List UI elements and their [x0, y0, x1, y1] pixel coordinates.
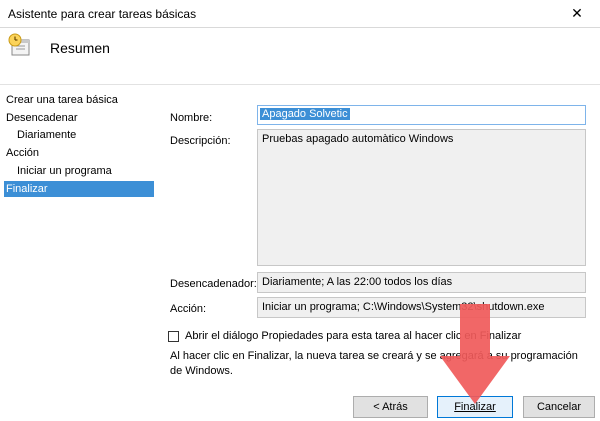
cancel-button[interactable]: Cancelar: [523, 396, 595, 418]
window-title: Asistente para crear tareas básicas: [8, 7, 197, 21]
nav-item-finalizar: Finalizar: [4, 181, 154, 197]
open-properties-label[interactable]: Abrir el diálogo Propiedades para esta t…: [185, 330, 521, 342]
description-field[interactable]: Pruebas apagado automàtico Windows: [257, 129, 586, 266]
name-label: Nombre:: [170, 112, 213, 124]
finish-button[interactable]: Finalizar: [437, 396, 513, 418]
action-field: Iniciar un programa; C:\Windows\System32…: [257, 297, 586, 318]
task-clock-icon: [8, 33, 30, 56]
trigger-field: Diariamente; A las 22:00 todos los días: [257, 272, 586, 293]
nav-item-diariamente: Diariamente: [17, 129, 77, 141]
open-properties-checkbox[interactable]: [168, 331, 179, 342]
nav-item-desencadenar: Desencadenar: [6, 112, 78, 124]
nav-item-accion: Acción: [6, 147, 40, 159]
name-field[interactable]: Apagado Solvetic: [257, 105, 586, 125]
action-value: Iniciar un programa; C:\Windows\System32…: [262, 301, 545, 313]
close-button[interactable]: ✕: [554, 0, 600, 27]
title-bar: Asistente para crear tareas básicas ✕: [0, 0, 600, 28]
description-label: Descripción:: [170, 135, 231, 147]
finish-button-label: Finalizar: [454, 401, 496, 413]
info-text: Al hacer clic en Finalizar, la nueva tar…: [170, 350, 578, 377]
back-button-label: < Atrás: [373, 401, 408, 413]
trigger-value: Diariamente; A las 22:00 todos los días: [262, 276, 453, 288]
nav-item-iniciar-programa: Iniciar un programa: [17, 165, 112, 177]
nav-item-crear-tarea: Crear una tarea básica: [6, 94, 118, 106]
action-label: Acción:: [170, 303, 207, 315]
wizard-header: Resumen: [0, 28, 600, 85]
back-button[interactable]: < Atrás: [353, 396, 428, 418]
name-value: Apagado Solvetic: [260, 108, 350, 120]
trigger-label: Desencadenador:: [170, 278, 257, 290]
description-value: Pruebas apagado automàtico Windows: [262, 133, 454, 145]
page-title: Resumen: [50, 40, 110, 56]
cancel-button-label: Cancelar: [536, 401, 582, 413]
